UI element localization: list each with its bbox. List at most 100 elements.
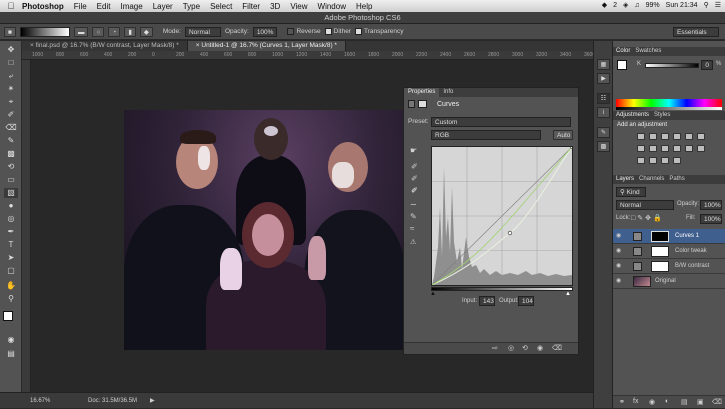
status-menu-arrow-icon[interactable]: ▶ — [150, 393, 155, 409]
menu-filter[interactable]: Filter — [242, 2, 260, 11]
lasso-tool-icon[interactable]: ⤶ — [4, 71, 18, 81]
eyedropper-tool-icon[interactable]: ✐ — [4, 110, 18, 120]
curves-icon[interactable] — [661, 133, 669, 140]
k-slider[interactable] — [645, 63, 699, 68]
clone-stamp-tool-icon[interactable]: ▩ — [4, 149, 18, 159]
clip-to-layer-icon[interactable]: ⇨ — [492, 344, 498, 352]
tab-paths[interactable]: Paths — [669, 175, 684, 184]
foreground-color-swatch[interactable] — [3, 311, 13, 321]
layer-bw-contrast[interactable]: ◉ B/W contrast — [613, 259, 725, 274]
move-tool-icon[interactable]: ✥ — [4, 45, 18, 55]
screen-mode-icon[interactable]: ▤ — [4, 349, 18, 359]
color-fg-swatch[interactable] — [617, 60, 627, 70]
diamond-gradient-button[interactable]: ◆ — [139, 26, 153, 37]
curve-draw-icon[interactable]: ✎ — [410, 212, 417, 221]
quick-select-tool-icon[interactable]: ✴ — [4, 84, 18, 94]
black-slider-icon[interactable]: ▲ — [430, 291, 436, 297]
marquee-tool-icon[interactable]: □ — [4, 58, 18, 68]
layer-mask-thumbnail[interactable] — [651, 261, 669, 272]
app-name-menu[interactable]: Photoshop — [22, 2, 64, 11]
grayscale-ramp[interactable] — [616, 107, 722, 110]
radial-gradient-button[interactable]: ○ — [92, 26, 105, 37]
clock[interactable]: Sun 21:34 — [666, 2, 698, 9]
output-value-field[interactable]: 104 — [518, 296, 534, 306]
actions-panel-icon[interactable]: ▶ — [597, 73, 610, 84]
healing-brush-tool-icon[interactable]: ⌫ — [4, 123, 18, 133]
input-value-field[interactable]: 143 — [479, 296, 495, 306]
menu-view[interactable]: View — [290, 2, 307, 11]
curve-control-point[interactable] — [507, 230, 513, 236]
auto-button[interactable]: Auto — [553, 130, 573, 140]
vibrance-icon[interactable] — [685, 133, 693, 140]
new-group-icon[interactable]: ▤ — [681, 398, 688, 406]
gradient-picker[interactable] — [19, 26, 70, 37]
delete-icon[interactable]: ⌫ — [552, 344, 562, 352]
black-white-icon[interactable] — [649, 145, 657, 152]
layer-curves-1[interactable]: ◉ Curves 1 — [613, 229, 725, 244]
menu-help[interactable]: Help — [356, 2, 372, 11]
hue-saturation-icon[interactable] — [697, 133, 705, 140]
selective-color-icon[interactable] — [661, 157, 669, 164]
levels-icon[interactable] — [649, 133, 657, 140]
blur-tool-icon[interactable]: ● — [4, 201, 18, 211]
new-layer-icon[interactable]: ▣ — [697, 398, 704, 406]
visibility-icon[interactable]: ◉ — [537, 344, 543, 352]
reset-icon[interactable]: ⟲ — [522, 344, 528, 352]
angle-gradient-button[interactable]: ◔ — [108, 26, 121, 37]
dither-checkbox[interactable]: Dither — [324, 27, 351, 35]
pen-tool-icon[interactable]: ✒ — [4, 227, 18, 237]
visibility-eye-icon[interactable]: ◉ — [616, 233, 623, 239]
new-adjustment-icon[interactable]: ◐ — [665, 398, 669, 405]
layer-style-icon[interactable]: fx — [633, 398, 638, 405]
photo-filter-icon[interactable] — [661, 145, 669, 152]
notification-badge[interactable]: 2 — [613, 2, 617, 9]
white-point-eyedropper-icon[interactable]: ✐ — [411, 186, 418, 195]
tab-channels[interactable]: Channels — [639, 175, 664, 184]
history-brush-tool-icon[interactable]: ⟲ — [4, 162, 18, 172]
k-value-field[interactable]: 0 — [701, 60, 713, 70]
crop-tool-icon[interactable]: ⌖ — [4, 97, 18, 107]
volume-icon[interactable]: ♫ — [634, 2, 639, 9]
path-selection-tool-icon[interactable]: ➤ — [4, 253, 18, 263]
gradient-map-icon[interactable] — [673, 157, 681, 164]
linear-gradient-button[interactable]: ▬ — [73, 26, 89, 37]
menu-image[interactable]: Image — [120, 2, 142, 11]
threshold-icon[interactable] — [649, 157, 657, 164]
curves-graph[interactable] — [431, 145, 574, 286]
gray-point-eyedropper-icon[interactable]: ✐ — [411, 174, 418, 183]
wifi-icon[interactable]: ◈ — [623, 1, 628, 9]
eraser-tool-icon[interactable]: ▭ — [4, 175, 18, 185]
layer-opacity-field[interactable]: 100% — [700, 200, 722, 210]
menu-type[interactable]: Type — [183, 2, 200, 11]
type-tool-icon[interactable]: T — [4, 240, 18, 250]
quick-mask-icon[interactable]: ◉ — [4, 335, 18, 345]
white-slider-icon[interactable]: ▲ — [565, 291, 571, 297]
properties-panel-icon[interactable]: ☷ — [597, 93, 610, 104]
document-image[interactable] — [124, 110, 406, 350]
show-clipping-icon[interactable]: ⚠ — [410, 238, 416, 246]
hand-tool-icon[interactable]: ✋ — [4, 281, 18, 291]
menu-edit[interactable]: Edit — [97, 2, 111, 11]
battery-status[interactable]: 99% — [646, 2, 660, 9]
menu-3d[interactable]: 3D — [270, 2, 280, 11]
brightness-contrast-icon[interactable] — [637, 133, 645, 140]
transparency-checkbox[interactable]: Transparency — [355, 27, 404, 35]
posterize-icon[interactable] — [637, 157, 645, 164]
menu-window[interactable]: Window — [318, 2, 346, 11]
view-previous-state-icon[interactable]: ◎ — [508, 344, 514, 352]
layer-original[interactable]: ◉ Original — [613, 274, 725, 289]
clone-source-panel-icon[interactable]: ▩ — [597, 141, 610, 152]
gradient-tool-preset-icon[interactable]: ■ — [4, 26, 16, 37]
gradient-tool-icon[interactable]: ▧ — [4, 188, 18, 198]
history-panel-icon[interactable]: ▦ — [597, 59, 610, 70]
menu-layer[interactable]: Layer — [153, 2, 173, 11]
delete-layer-icon[interactable]: ⌫ — [712, 398, 722, 406]
layer-mask-thumbnail[interactable] — [651, 246, 669, 257]
menu-select[interactable]: Select — [210, 2, 232, 11]
zoom-level[interactable]: 16.67% — [30, 393, 50, 409]
visibility-eye-icon[interactable]: ◉ — [616, 278, 623, 284]
reverse-checkbox[interactable]: Reverse — [287, 27, 321, 35]
brush-panel-icon[interactable]: ✎ — [597, 127, 610, 138]
apple-menu-icon[interactable]:  — [0, 1, 22, 11]
tab-styles[interactable]: Styles — [654, 111, 670, 120]
